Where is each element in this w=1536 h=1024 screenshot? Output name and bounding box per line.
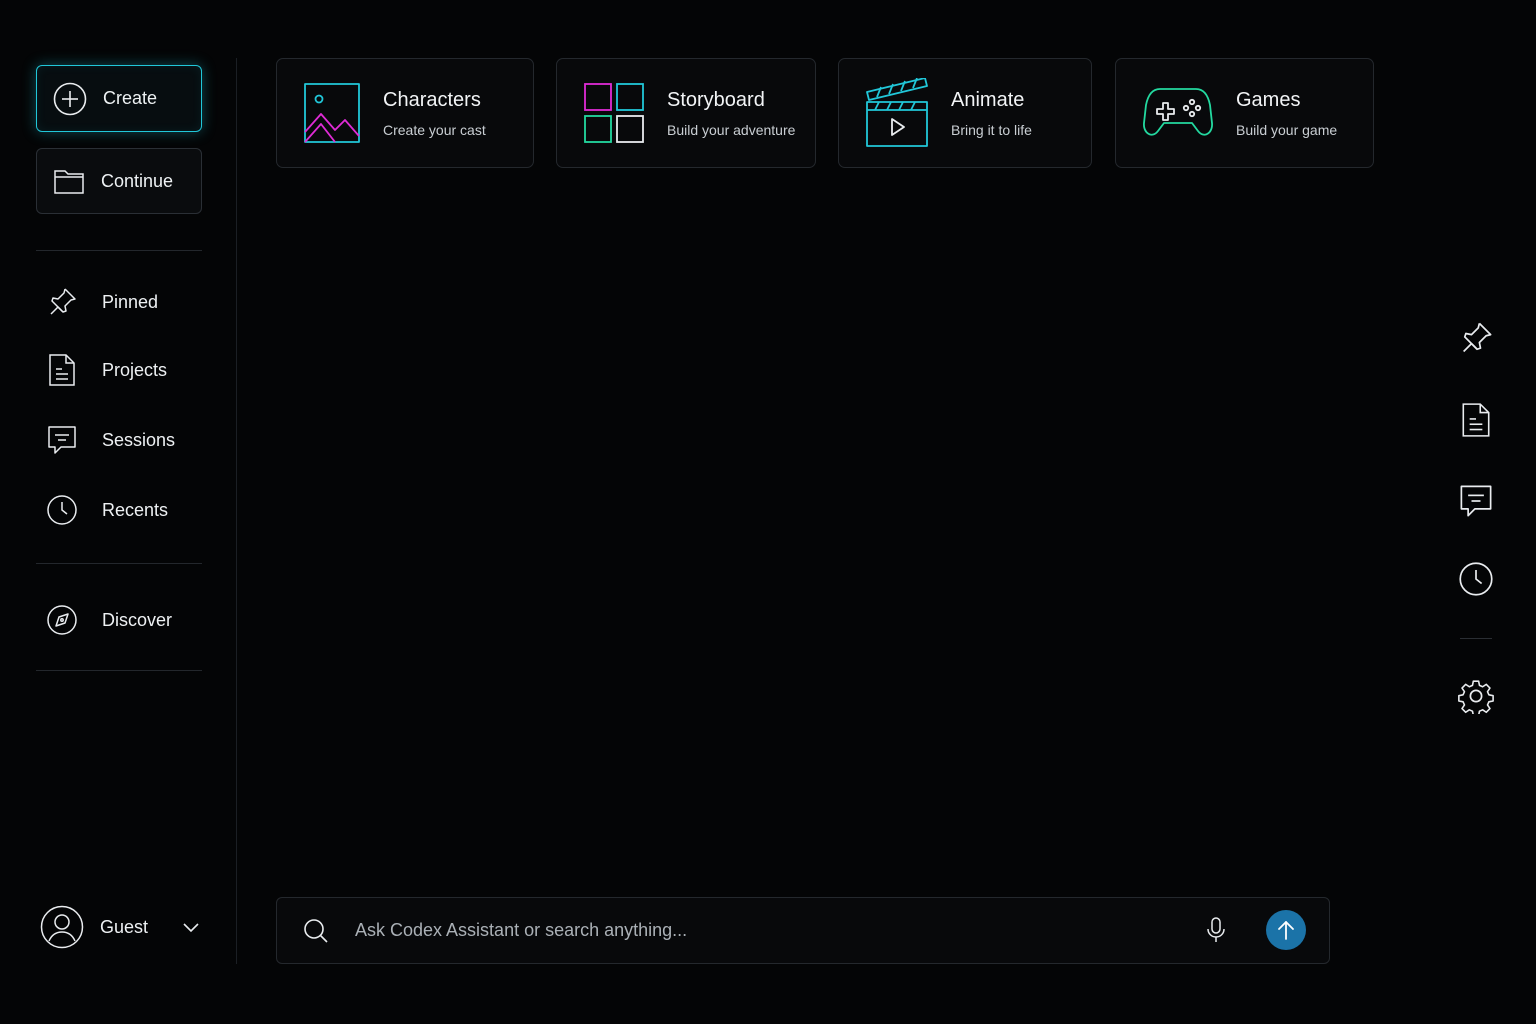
app-window: Create Continue Pinned Projects Sessions…	[0, 0, 1536, 1024]
sidebar-item-label: Pinned	[102, 291, 159, 312]
search-icon	[304, 918, 328, 943]
card-title: Storyboard	[667, 88, 765, 111]
grid-icon	[584, 83, 644, 143]
card-title: Characters	[383, 88, 481, 111]
user-name: Guest	[99, 916, 149, 937]
card-subtitle: Build your adventure	[667, 121, 796, 138]
image-icon	[304, 83, 360, 143]
clock-icon[interactable]	[1458, 561, 1494, 597]
plus-circle-icon	[53, 82, 87, 115]
user-menu[interactable]: Guest	[40, 904, 200, 950]
card-subtitle: Build your game	[1236, 121, 1338, 138]
arrow-up-icon	[1278, 921, 1294, 940]
create-button[interactable]: Create	[36, 65, 202, 132]
continue-label: Continue	[101, 170, 174, 191]
sidebar-divider	[36, 670, 202, 671]
settings-gear-icon[interactable]	[1458, 678, 1494, 714]
compass-icon	[47, 605, 77, 635]
sidebar-item-recents[interactable]: Recents	[46, 490, 216, 530]
sidebar-item-label: Sessions	[102, 429, 176, 450]
sidebar-item-label: Projects	[102, 359, 168, 380]
sidebar-border	[236, 58, 237, 964]
chat-bubble-icon	[48, 426, 76, 454]
document-icon[interactable]	[1458, 402, 1494, 438]
pin-icon	[50, 288, 76, 315]
chevron-down-icon	[183, 923, 199, 933]
clapperboard-icon	[866, 78, 928, 147]
document-icon	[49, 354, 75, 386]
rail-divider	[1460, 638, 1492, 639]
microphone-icon[interactable]	[1205, 916, 1227, 944]
pin-icon[interactable]	[1458, 320, 1494, 356]
sidebar-item-projects[interactable]: Projects	[46, 350, 216, 390]
sidebar-divider	[36, 563, 202, 564]
storyboard-card[interactable]: Storyboard Build your adventure	[556, 58, 816, 168]
sidebar-item-label: Recents	[102, 499, 169, 520]
sidebar-item-pinned[interactable]: Pinned	[46, 282, 216, 322]
sidebar-item-sessions[interactable]: Sessions	[46, 420, 216, 460]
avatar	[40, 905, 84, 949]
card-title: Games	[1236, 88, 1301, 111]
card-subtitle: Create your cast	[383, 121, 486, 138]
assistant-search-bar	[276, 897, 1330, 964]
card-title: Animate	[951, 88, 1025, 111]
create-label: Create	[103, 88, 158, 108]
chat-bubble-icon[interactable]	[1458, 483, 1494, 519]
sidebar-item-label: Discover	[102, 609, 173, 630]
clock-icon	[47, 495, 77, 525]
search-input[interactable]	[355, 910, 1175, 951]
continue-button[interactable]: Continue	[36, 148, 202, 214]
characters-card[interactable]: Characters Create your cast	[276, 58, 534, 168]
gamepad-icon	[1143, 88, 1213, 136]
left-sidebar: Create Continue Pinned Projects Sessions…	[0, 0, 237, 1024]
send-button[interactable]	[1266, 910, 1306, 950]
card-subtitle: Bring it to life	[951, 121, 1032, 138]
games-card[interactable]: Games Build your game	[1115, 58, 1374, 168]
animate-card[interactable]: Animate Bring it to life	[838, 58, 1092, 168]
sidebar-item-discover[interactable]: Discover	[46, 600, 216, 640]
sidebar-divider	[36, 250, 202, 251]
folder-icon	[54, 170, 84, 194]
